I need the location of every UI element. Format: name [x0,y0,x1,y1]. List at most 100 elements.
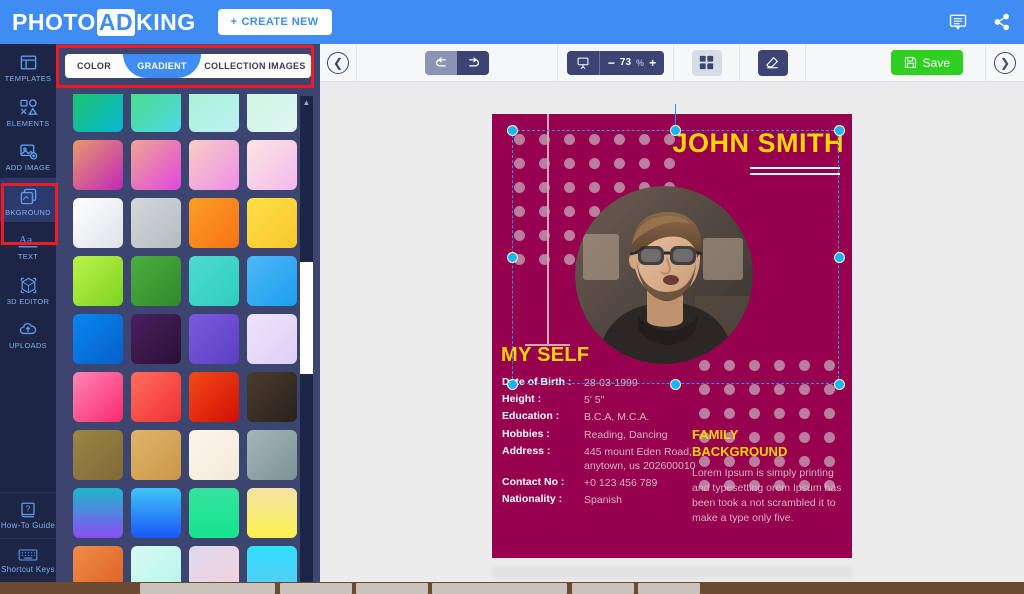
gradient-swatch[interactable] [189,140,239,190]
sidebar-item-background[interactable]: BKGROUND [0,177,56,222]
zoom-in-button[interactable]: + [649,56,656,70]
gradient-swatch[interactable] [247,94,297,132]
gradient-swatch[interactable] [131,488,181,538]
design-card[interactable]: JOHN SMITH MY SELF Date of Birth: 28-03… [492,114,852,558]
comment-icon[interactable] [936,0,980,44]
gradient-swatch[interactable] [189,314,239,364]
gradient-swatch[interactable] [73,94,123,132]
gradient-swatch[interactable] [247,140,297,190]
undo-icon[interactable] [425,50,457,75]
gradient-swatch[interactable] [189,430,239,480]
swatch-cell [127,484,185,542]
sidebar-item-elements[interactable]: ELEMENTS [0,89,56,134]
zoom-out-button[interactable]: − [608,56,615,70]
gradient-swatch[interactable] [73,546,123,582]
taskbar-window[interactable] [356,583,428,594]
gradient-swatch[interactable] [189,546,239,582]
tab-collection[interactable]: COLLECTION [201,54,265,78]
scroll-up-arrow[interactable]: ▲ [300,96,313,108]
info-row[interactable]: Hobbies : Reading, Dancing [502,428,702,442]
family-background-block[interactable]: FAMILY BACKGROUND Lorem Ipsum is simply … [692,427,844,527]
gradient-swatch[interactable] [131,256,181,306]
brand-logo[interactable]: PHOTO AD KING [12,8,196,36]
portrait-photo[interactable] [575,186,753,364]
taskbar-window[interactable] [140,583,275,594]
tab-images[interactable]: IMAGES [263,54,311,78]
sidebar-item-uploads[interactable]: UPLOADS [0,311,56,356]
gradient-swatch[interactable] [73,256,123,306]
info-row[interactable]: Address : 445 mount Eden Road, anytown, u… [502,445,702,473]
plus-icon: + [230,16,238,28]
gradient-swatch[interactable] [73,198,123,248]
gradient-swatch[interactable] [247,256,297,306]
gradient-swatch[interactable] [131,314,181,364]
grid-layout-icon[interactable] [691,49,722,76]
share-icon[interactable] [980,0,1024,44]
sidebar-item-label: 3D EDITOR [6,296,50,306]
help-book-icon: ? [19,501,37,519]
chevron-right-circle-icon[interactable]: ❯ [994,51,1016,74]
info-row[interactable]: Education : B.C.A, M.C.A. [502,410,702,424]
gradient-swatch[interactable] [73,314,123,364]
gradient-swatch[interactable] [247,430,297,480]
canvas-workspace[interactable]: JOHN SMITH MY SELF Date of Birth: 28-03… [320,82,1024,582]
sidebar-item-how-to-guide[interactable]: ? How-To Guide [0,492,56,538]
selection-handle-middle-right[interactable] [834,252,845,263]
gradient-swatch[interactable] [189,256,239,306]
gradient-swatch[interactable] [189,198,239,248]
sidebar-item-shortcut-keys[interactable]: Shortcut Keys [0,538,56,582]
gradient-swatch[interactable] [247,372,297,422]
gradient-swatch[interactable] [247,198,297,248]
gradient-swatch[interactable] [247,488,297,538]
chevron-left-circle-icon[interactable]: ❮ [327,51,349,74]
gradient-swatch[interactable] [189,488,239,538]
eraser-icon[interactable] [757,49,788,76]
panel-scrollbar[interactable]: ▲ ▼ [300,96,313,594]
info-row-value: Reading, Dancing [584,428,668,441]
sidebar-item-add-image[interactable]: ADD IMAGE [0,133,56,178]
sidebar-item-3d-editor[interactable]: 3D EDITOR [0,267,56,312]
gradient-swatch[interactable] [247,546,297,582]
gradient-swatch[interactable] [189,94,239,132]
sidebar-item-text[interactable]: Aa TEXT [0,222,56,267]
gradient-swatch[interactable] [247,314,297,364]
selection-handle-bottom-right[interactable] [834,379,845,390]
gradient-swatch[interactable] [131,140,181,190]
gradient-swatch[interactable] [131,198,181,248]
selection-handle-top-left[interactable] [507,125,518,136]
personal-info-list: Date of Birth :28-03-1999 Height :5' 5" Ed… [502,376,702,510]
gradient-swatch[interactable] [131,94,181,132]
scrollbar-thumb[interactable] [300,262,313,374]
gradient-swatch[interactable] [131,546,181,582]
gradient-swatch[interactable] [131,372,181,422]
candidate-name[interactable]: JOHN SMITH [672,128,844,159]
info-row[interactable]: Height : 5' 5" [502,393,702,407]
selection-handle-bottom-center[interactable] [670,379,681,390]
gradient-swatch[interactable] [73,140,123,190]
gradient-swatch[interactable] [189,372,239,422]
canvas-shadow [492,568,852,582]
save-button[interactable]: Save [890,50,963,75]
gradient-swatch[interactable] [131,430,181,480]
selection-handle-top-right[interactable] [834,125,845,136]
section-title-myself[interactable]: MY SELF [501,344,589,367]
selection-handle-bottom-left[interactable] [507,379,518,390]
create-new-button[interactable]: + CREATE NEW [217,9,332,35]
presentation-icon[interactable] [566,50,599,75]
tab-color[interactable]: COLOR [65,54,123,78]
taskbar-window[interactable] [572,583,634,594]
sidebar-item-templates[interactable]: TEMPLATES [0,44,56,89]
gradient-swatch[interactable] [73,372,123,422]
tab-gradient[interactable]: GRADIENT [123,54,201,78]
selection-handle-top-center[interactable] [670,125,681,136]
info-row[interactable]: Contact No : +0 123 456 789 [502,476,702,490]
info-row-value: 5' 5" [584,394,605,407]
gradient-swatch[interactable] [73,488,123,538]
redo-icon[interactable] [457,50,489,75]
gradient-swatch[interactable] [73,430,123,480]
taskbar-window[interactable] [638,583,700,594]
selection-handle-middle-left[interactable] [507,252,518,263]
taskbar-window[interactable] [280,583,352,594]
taskbar-window[interactable] [432,583,567,594]
info-row[interactable]: Nationality : Spanish [502,493,702,507]
